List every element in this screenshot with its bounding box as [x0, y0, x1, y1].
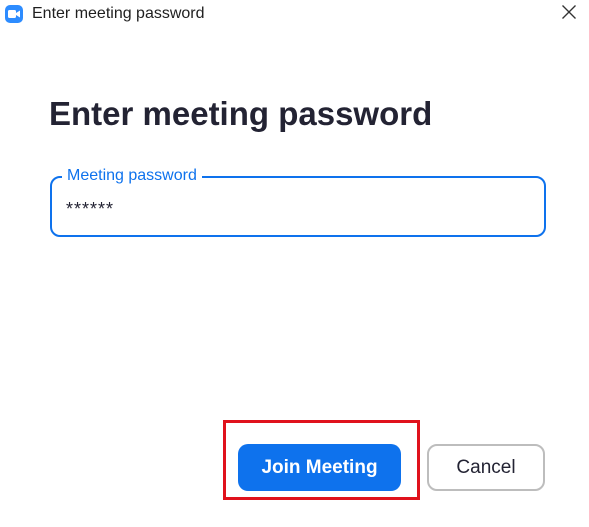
dialog-heading: Enter meeting password [49, 95, 433, 132]
cancel-button[interactable]: Cancel [427, 444, 545, 491]
password-input[interactable] [66, 196, 526, 222]
close-button[interactable] [553, 0, 585, 26]
password-field[interactable]: Meeting password [50, 167, 546, 237]
join-meeting-button[interactable]: Join Meeting [238, 444, 401, 491]
password-field-label: Meeting password [62, 167, 202, 185]
window-title: Enter meeting password [32, 5, 205, 22]
close-icon [562, 5, 576, 19]
title-bar: Enter meeting password [0, 0, 589, 28]
password-dialog-window: Enter meeting password Enter meeting pas… [0, 0, 589, 527]
zoom-camera-icon [5, 5, 23, 23]
